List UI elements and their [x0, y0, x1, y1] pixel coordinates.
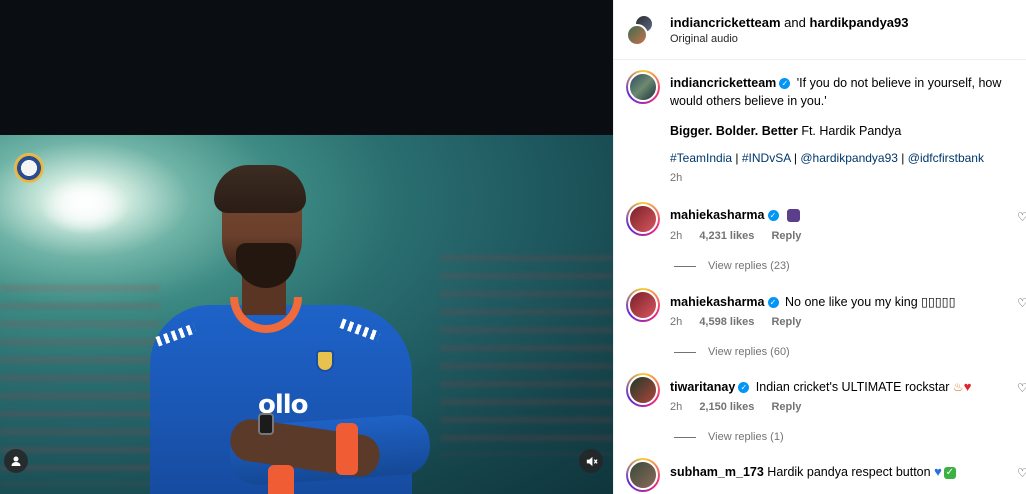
- separator: |: [793, 151, 798, 165]
- purple-monster-emoji: [787, 209, 800, 223]
- fire-emoji: ♨: [952, 380, 964, 394]
- replies-line: [674, 351, 696, 353]
- player-figure: ollo: [150, 165, 432, 494]
- check-mark-emoji: ✓: [943, 466, 956, 479]
- hashtag-link[interactable]: #INDvSA: [742, 151, 791, 165]
- view-replies-button[interactable]: View replies (23): [674, 260, 790, 272]
- caption-text: indiancricketteam ✓ 'If you do not believ…: [670, 74, 1010, 140]
- comment-time: 2h: [670, 230, 683, 242]
- heart-outline-icon[interactable]: ♡: [1017, 382, 1026, 394]
- avatar[interactable]: [626, 458, 660, 492]
- heart-outline-icon[interactable]: ♡: [1017, 297, 1026, 309]
- comment-meta: 2h 4,231 likes Reply: [670, 230, 815, 242]
- caption-timestamp: 2h: [670, 172, 683, 184]
- heart-outline-icon[interactable]: ♡: [1017, 467, 1026, 479]
- comment-item: tiwaritanay ✓ Indian cricket's ULTIMATE r…: [614, 373, 1026, 459]
- comment-body: subham_m_173 Hardik pandya respect butto…: [670, 464, 956, 479]
- avatar-image: [628, 204, 658, 234]
- avatar-image: [628, 72, 658, 102]
- stadium-stands-right: [440, 255, 613, 455]
- caption-hashtags: #TeamIndia | #INDvSA | @hardikpandya93 |…: [670, 151, 984, 165]
- verified-badge-icon: ✓: [767, 297, 779, 309]
- comment-meta: 2h 4,598 likes Reply: [670, 316, 815, 328]
- mute-button[interactable]: [579, 449, 603, 473]
- sleeve-cuff-right: [336, 423, 358, 475]
- comment-meta: 2h 2,150 likes Reply: [670, 401, 815, 413]
- floodlight: [40, 175, 130, 235]
- comment-item: subham_m_173 Hardik pandya respect butto…: [614, 458, 1026, 494]
- wristwatch: [258, 413, 274, 435]
- comment-time: 2h: [670, 401, 683, 413]
- red-heart-emoji: ♥: [963, 379, 972, 394]
- avatar[interactable]: [626, 202, 660, 236]
- mention-link[interactable]: @hardikpandya93: [800, 151, 898, 165]
- separator: |: [735, 151, 739, 165]
- comment-username[interactable]: mahiekasharma: [670, 208, 765, 222]
- comment-text: Hardik pandya respect button: [767, 465, 931, 479]
- avatar-image: [628, 290, 658, 320]
- bcci-logo: [14, 153, 44, 183]
- comment-time: 2h: [670, 316, 683, 328]
- headline-part: Better: [761, 124, 798, 138]
- comment-username[interactable]: tiwaritanay: [670, 380, 735, 394]
- comment-text: Indian cricket's ULTIMATE rockstar: [755, 380, 950, 394]
- verified-badge-icon: ✓: [767, 210, 779, 222]
- tagged-user-button[interactable]: [4, 449, 28, 473]
- jersey-crest: [316, 350, 334, 372]
- verified-badge-icon: ✓: [738, 382, 750, 394]
- avatar-image: [628, 460, 658, 490]
- authors-joiner: and: [784, 15, 806, 30]
- headline-suffix: Ft. Hardik Pandya: [801, 124, 902, 138]
- comment-username[interactable]: subham_m_173: [670, 465, 764, 479]
- user-icon: [11, 456, 21, 466]
- reply-button[interactable]: Reply: [771, 230, 801, 242]
- view-replies-label: View replies (60): [708, 346, 790, 358]
- comment-likes[interactable]: 4,231 likes: [699, 230, 754, 242]
- reply-button[interactable]: Reply: [771, 316, 801, 328]
- headline-part: Bigger.: [670, 124, 713, 138]
- post-side-panel: indiancricketteam and hardikpandya93 Ori…: [613, 0, 1026, 494]
- reply-button[interactable]: Reply: [771, 401, 801, 413]
- comment-item: mahiekasharma ✓ 2h 4,231 likes Reply View…: [614, 202, 1026, 288]
- comment-item: mahiekasharma ✓ No one like you my king ▯…: [614, 288, 1026, 374]
- comment-body: tiwaritanay ✓ Indian cricket's ULTIMATE r…: [670, 379, 971, 394]
- heart-outline-icon[interactable]: ♡: [1017, 211, 1026, 223]
- collab-avatars[interactable]: [626, 14, 658, 46]
- post-header: indiancricketteam and hardikpandya93 Ori…: [614, 0, 1026, 60]
- author-link-primary[interactable]: indiancricketteam: [670, 15, 781, 30]
- video-pane[interactable]: ollo: [0, 0, 613, 494]
- comment-username[interactable]: mahiekasharma: [670, 295, 765, 309]
- author-link-secondary[interactable]: hardikpandya93: [810, 15, 909, 30]
- avatar[interactable]: [626, 373, 660, 407]
- view-replies-label: View replies (1): [708, 431, 784, 443]
- avatar-image: [628, 375, 658, 405]
- blue-heart-emoji: ♥: [934, 464, 942, 479]
- mention-link[interactable]: @idfcfirstbank: [908, 151, 984, 165]
- muted-speaker-icon: [586, 456, 598, 466]
- separator: |: [901, 151, 905, 165]
- comment-likes[interactable]: 4,598 likes: [699, 316, 754, 328]
- view-replies-label: View replies (23): [708, 260, 790, 272]
- avatar[interactable]: [626, 288, 660, 322]
- replies-line: [674, 265, 696, 267]
- comment-body: mahiekasharma ✓ No one like you my king ▯…: [670, 294, 956, 309]
- comment-body: mahiekasharma ✓: [670, 208, 800, 223]
- view-replies-button[interactable]: View replies (1): [674, 431, 784, 443]
- post-authors: indiancricketteam and hardikpandya93: [670, 15, 909, 30]
- replies-line: [674, 436, 696, 438]
- view-replies-button[interactable]: View replies (60): [674, 346, 790, 358]
- sleeve-cuff-left: [268, 465, 294, 494]
- comment-text: No one like you my king ▯▯▯▯▯: [785, 295, 956, 309]
- caption-username[interactable]: indiancricketteam: [670, 76, 776, 90]
- verified-badge-icon: ✓: [779, 78, 791, 90]
- avatar[interactable]: [626, 70, 660, 104]
- comment-likes[interactable]: 2,150 likes: [699, 401, 754, 413]
- headline-part: Bolder.: [715, 124, 759, 138]
- audio-label[interactable]: Original audio: [670, 33, 738, 45]
- hashtag-link[interactable]: #TeamIndia: [670, 151, 732, 165]
- avatar[interactable]: [626, 24, 648, 46]
- player-hair: [214, 165, 306, 213]
- reel-video[interactable]: ollo: [0, 135, 613, 494]
